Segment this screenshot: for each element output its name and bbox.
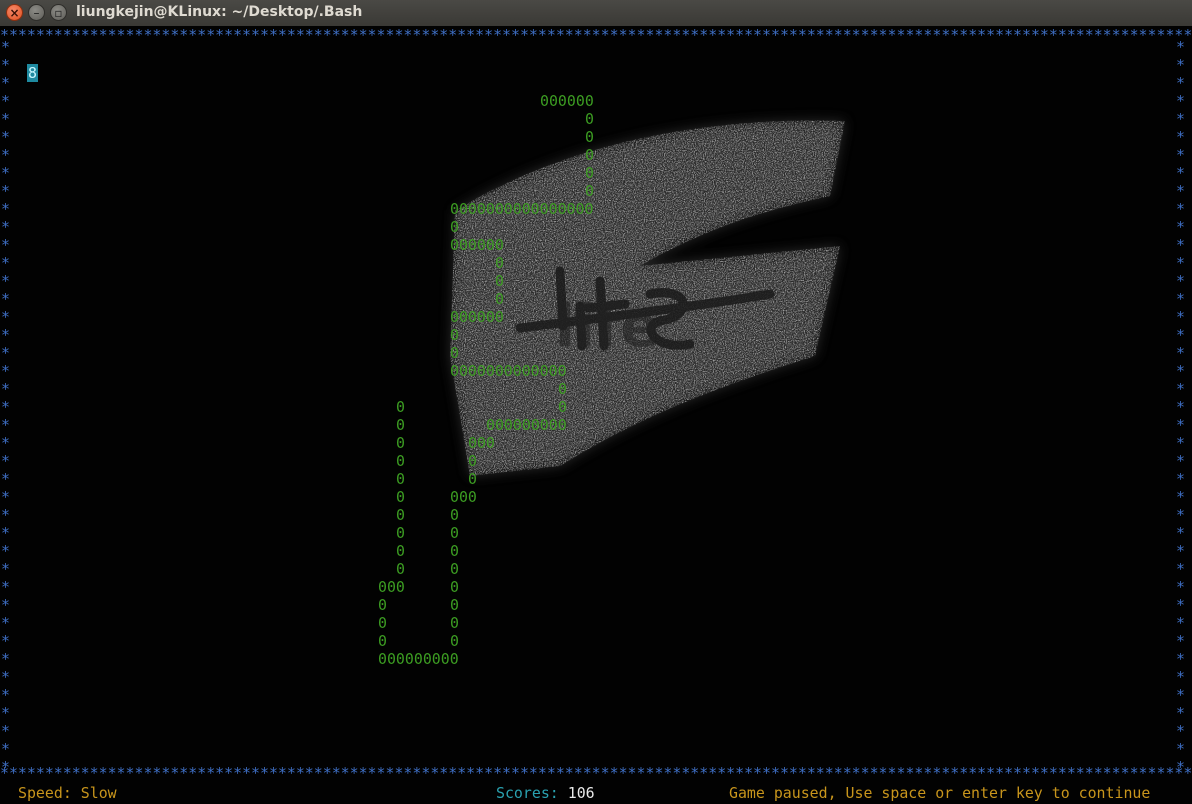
snake: 000000 0 0 0 0 0 0000000000000000 0 000000 0 0 0 000… <box>0 26 1192 766</box>
snake-segment: 0 <box>378 614 387 632</box>
snake-segment: 0 <box>378 596 387 614</box>
snake-segment: 0 <box>396 488 405 506</box>
maximize-window-button[interactable]: ▫ <box>50 4 67 21</box>
scores-value: 106 <box>567 784 595 802</box>
snake-segment: 0 <box>558 380 567 398</box>
snake-segment: 000 <box>450 488 477 506</box>
snake-segment: 0 <box>585 182 594 200</box>
snake-segment: 0 <box>495 272 504 290</box>
snake-segment: 0 <box>585 110 594 128</box>
speed-value: Slow <box>80 784 117 802</box>
border-bottom: ****************************************… <box>0 766 1192 780</box>
snake-segment: 0 <box>558 398 567 416</box>
snake-segment: 0 <box>585 146 594 164</box>
window-titlebar: × – ▫ liungkejin@KLinux: ~/Desktop/.Bash <box>0 0 1192 27</box>
snake-segment: 0 <box>450 506 459 524</box>
pause-message: Game paused, Use space or enter key to c… <box>729 784 1151 802</box>
snake-segment: 000000 <box>540 92 594 110</box>
close-icon: × <box>9 5 20 20</box>
snake-segment: 0000000000000000 <box>450 200 594 218</box>
snake-head: 8 <box>27 64 38 82</box>
snake-segment: 0 <box>450 596 459 614</box>
snake-segment: 0 <box>396 524 405 542</box>
snake-segment: 0 <box>450 524 459 542</box>
snake-segment: 0 <box>450 632 459 650</box>
snake-segment: 0 <box>450 614 459 632</box>
snake-segment: 0 <box>450 326 459 344</box>
snake-segment: 000000 <box>450 308 504 326</box>
terminal-area[interactable]: life ***********************************… <box>0 26 1192 804</box>
snake-segment: 0 <box>396 506 405 524</box>
snake-segment: 0 <box>468 470 477 488</box>
minimize-window-button[interactable]: – <box>28 4 45 21</box>
snake-segment: 0 <box>450 542 459 560</box>
snake-segment: 0 <box>396 542 405 560</box>
window-title: liungkejin@KLinux: ~/Desktop/.Bash <box>76 4 363 20</box>
maximize-icon: ▫ <box>54 5 63 20</box>
snake-segment: 0 <box>450 560 459 578</box>
snake-segment: 000 <box>378 578 405 596</box>
snake-segment: 0 <box>495 254 504 272</box>
speed-indicator: Speed: Slow <box>18 784 117 802</box>
snake-segment: 0 <box>585 128 594 146</box>
snake-segment: 0 <box>378 632 387 650</box>
snake-segment: 000000000 <box>378 650 459 668</box>
snake-segment: 0 <box>495 290 504 308</box>
snake-segment: 0 <box>396 470 405 488</box>
snake-segment: 0 <box>585 164 594 182</box>
close-window-button[interactable]: × <box>6 4 23 21</box>
snake-segment: 0 <box>396 416 405 434</box>
snake-segment: 000000000 <box>486 416 567 434</box>
snake-segment: 0 <box>468 452 477 470</box>
status-line: Speed: Slow Scores: 106 Game paused, Use… <box>0 784 1192 804</box>
speed-label: Speed: <box>18 784 72 802</box>
snake-segment: 000000 <box>450 236 504 254</box>
minimize-icon: – <box>33 5 40 20</box>
snake-segment: 0 <box>396 452 405 470</box>
scores-label: Scores: <box>496 784 559 802</box>
score-indicator: Scores: 106 <box>496 784 595 802</box>
snake-segment: 0 <box>450 344 459 362</box>
snake-segment: 0000000000000 <box>450 362 567 380</box>
snake-segment: 0 <box>450 578 459 596</box>
snake-segment: 0 <box>396 398 405 416</box>
snake-segment: 0 <box>450 218 459 236</box>
snake-segment: 0 <box>396 560 405 578</box>
snake-segment: 0 <box>396 434 405 452</box>
snake-segment: 000 <box>468 434 495 452</box>
